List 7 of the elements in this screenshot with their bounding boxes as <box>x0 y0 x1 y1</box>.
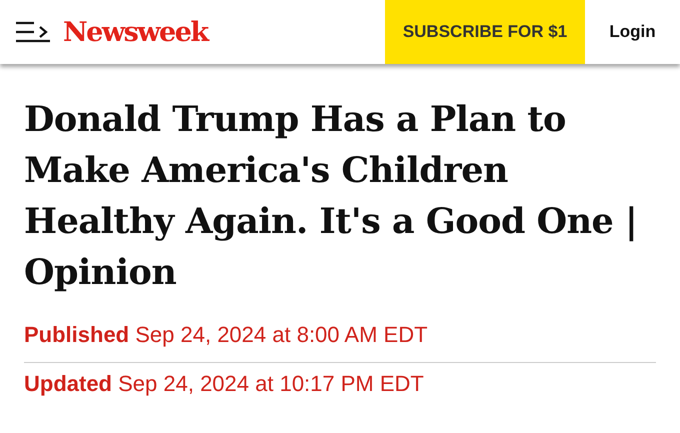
updated-date: Updated Sep 24, 2024 at 10:17 PM EDT <box>24 371 425 397</box>
published-date: Published Sep 24, 2024 at 8:00 AM EDT <box>24 322 429 348</box>
subscribe-button[interactable]: SUBSCRIBE FOR $1 <box>385 0 585 64</box>
menu-icon[interactable] <box>15 21 51 43</box>
logo[interactable]: Newsweek <box>63 16 208 48</box>
login-button[interactable]: Login <box>585 0 680 64</box>
headline: Donald Trump Has a Plan to Make America's Children Healthy Again. It's a Good One | Opinion <box>24 98 638 295</box>
